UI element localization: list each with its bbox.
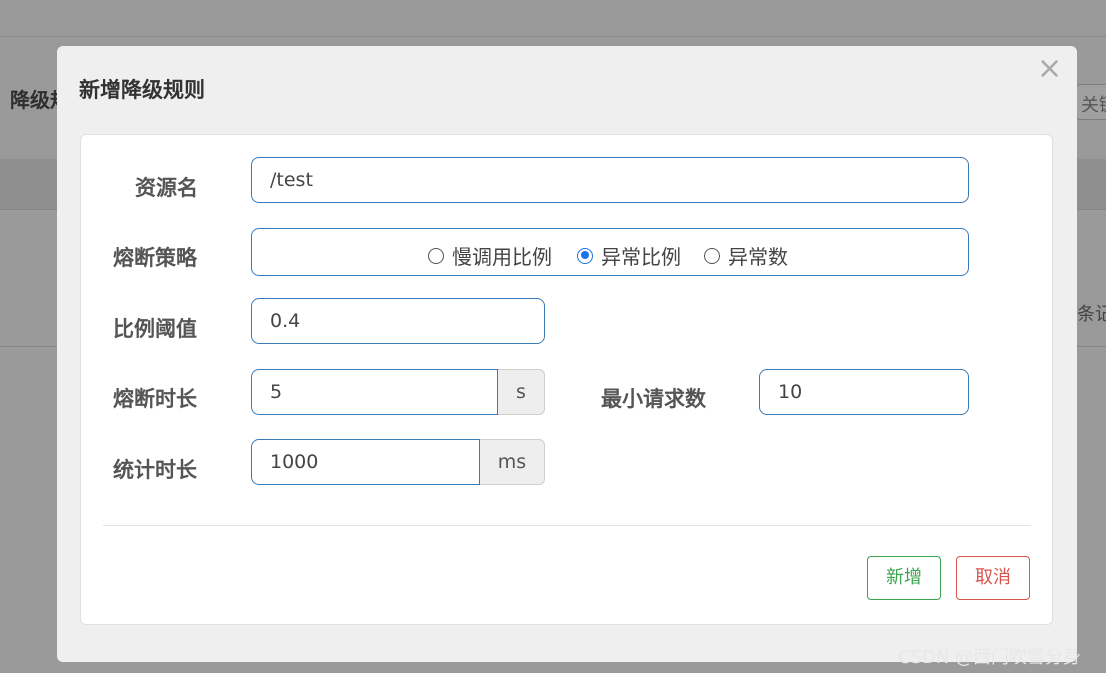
background-records-text: 条记 <box>1077 304 1106 325</box>
background-search-placeholder: 关键 <box>1081 95 1106 116</box>
add-button[interactable]: 新增 <box>867 556 941 600</box>
stat-duration-unit: ms <box>480 439 545 485</box>
min-requests-input[interactable]: 10 <box>759 369 969 415</box>
radio-slow-call-ratio[interactable]: 慢调用比例 <box>428 241 552 270</box>
stat-duration-label: 统计时长 <box>113 458 197 482</box>
csdn-watermark: CSDN @西门吹雪分身 <box>898 647 1082 668</box>
break-duration-input[interactable]: 5 <box>251 369 498 415</box>
radio-exception-ratio[interactable]: 异常比例 <box>577 241 681 270</box>
stat-duration-input[interactable]: 1000 <box>251 439 480 485</box>
radio-label: 慢调用比例 <box>452 245 552 269</box>
min-requests-label: 最小请求数 <box>601 387 706 411</box>
break-duration-unit: s <box>498 369 545 415</box>
radio-exception-count[interactable]: 异常数 <box>704 241 788 270</box>
background-search-input: 关键 <box>1076 84 1106 120</box>
strategy-radio-group: 慢调用比例 异常比例 异常数 <box>251 228 969 276</box>
radio-unchecked-icon <box>704 247 720 264</box>
radio-label: 异常数 <box>728 245 788 269</box>
background-topbar <box>0 0 1106 37</box>
ratio-threshold-label: 比例阈值 <box>113 317 197 341</box>
resource-name-label: 资源名 <box>135 176 198 200</box>
break-duration-label: 熔断时长 <box>113 387 197 411</box>
add-degrade-rule-dialog: 新增降级规则 × 资源名 /test 熔断策略 慢调用比例 异常比例 异常数 比… <box>57 46 1077 662</box>
strategy-label: 熔断策略 <box>113 246 197 270</box>
close-icon[interactable]: × <box>1037 54 1062 84</box>
form-panel: 资源名 /test 熔断策略 慢调用比例 异常比例 异常数 比例阈值 0.4 熔… <box>80 134 1053 625</box>
ratio-threshold-input[interactable]: 0.4 <box>251 298 545 344</box>
resource-name-input[interactable]: /test <box>251 157 969 203</box>
dialog-title: 新增降级规则 <box>79 78 205 102</box>
radio-checked-icon <box>577 247 593 264</box>
cancel-button[interactable]: 取消 <box>956 556 1030 600</box>
form-divider <box>103 525 1031 526</box>
radio-label: 异常比例 <box>601 245 681 269</box>
radio-unchecked-icon <box>428 247 444 264</box>
